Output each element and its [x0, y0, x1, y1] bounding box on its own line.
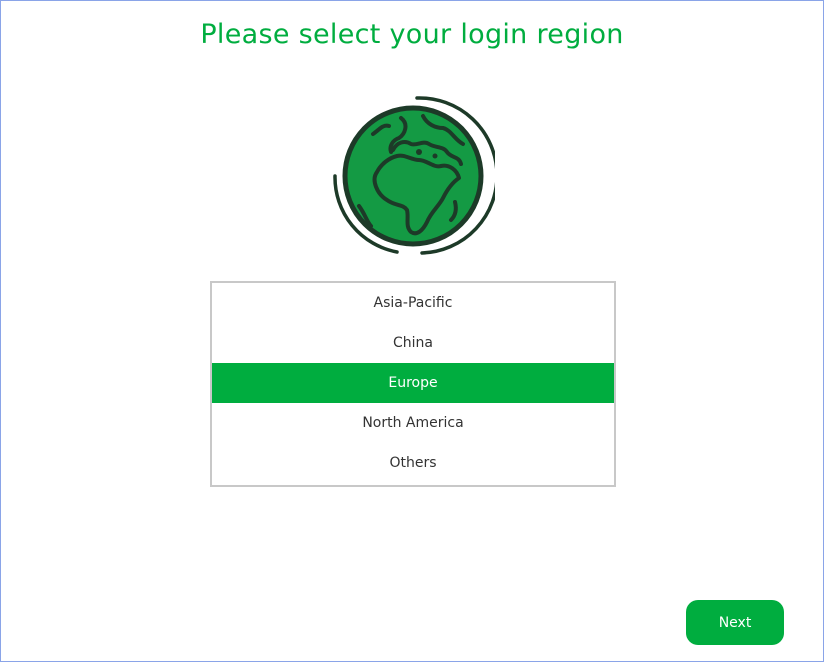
region-item-china[interactable]: China — [212, 323, 614, 363]
globe-icon — [333, 96, 495, 255]
region-item-north-america[interactable]: North America — [212, 403, 614, 443]
region-item-others[interactable]: Others — [212, 443, 614, 483]
next-button[interactable]: Next — [686, 600, 784, 645]
login-region-window: Please select your login region Asia-Pac… — [0, 0, 824, 662]
region-item-asia-pacific[interactable]: Asia-Pacific — [212, 283, 614, 323]
page-title: Please select your login region — [200, 19, 624, 50]
region-item-europe[interactable]: Europe — [212, 363, 614, 403]
region-list[interactable]: Asia-Pacific China Europe North America … — [210, 281, 616, 487]
